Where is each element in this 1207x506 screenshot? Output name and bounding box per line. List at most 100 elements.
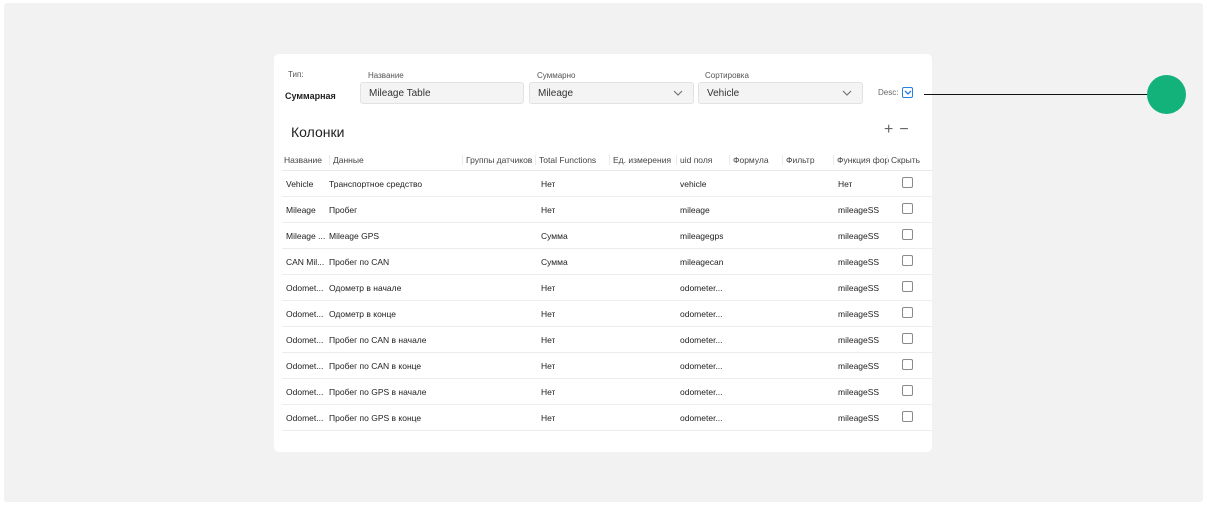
cell-uid: mileagecan: [680, 257, 724, 267]
cell-format-function: mileageSS: [838, 413, 880, 423]
cell-data: Пробег по CAN в конце: [329, 361, 422, 371]
hide-checkbox[interactable]: [902, 385, 913, 396]
table-row[interactable]: Odomet... Одометр в конце Нет odometer..…: [282, 301, 932, 327]
table-settings-card: Тип: Суммарная Название Mileage Table Су…: [274, 54, 932, 452]
columns-title: Колонки: [291, 124, 345, 140]
cell-total: Нет: [541, 205, 556, 215]
summary-select-value: Mileage: [538, 87, 574, 99]
cell-total: Нет: [541, 387, 556, 397]
cell-data: Пробег по CAN: [329, 257, 390, 267]
table-row[interactable]: Odomet... Одометр в начале Нет odometer.…: [282, 275, 932, 301]
th-name: Название: [284, 155, 322, 165]
cell-uid: odometer...: [680, 413, 723, 423]
cell-total: Нет: [541, 335, 556, 345]
cell-data: Транспортное средство: [329, 179, 423, 189]
sort-label: Сортировка: [705, 71, 749, 80]
table-row[interactable]: Mileage ... Mileage GPS Сумма mileagegps…: [282, 223, 932, 249]
cell-name: Odomet...: [286, 361, 324, 371]
desc-label: Desc:: [878, 88, 899, 97]
annotation-marker: [1147, 75, 1186, 114]
cell-format-function: mileageSS: [838, 283, 880, 293]
cell-total: Нет: [541, 309, 556, 319]
remove-column-button[interactable]: −: [899, 122, 908, 138]
th-data: Данные: [329, 155, 461, 165]
cell-format-function: Нет: [838, 179, 853, 189]
hide-checkbox[interactable]: [902, 307, 913, 318]
table-row[interactable]: Mileage Пробег Нет mileage mileageSS: [282, 197, 932, 223]
cell-format-function: mileageSS: [838, 205, 880, 215]
cell-name: Odomet...: [286, 335, 324, 345]
cell-total: Сумма: [541, 257, 568, 267]
cell-format-function: mileageSS: [838, 231, 880, 241]
table-row[interactable]: Odomet... Пробег по GPS в конце Нет odom…: [282, 405, 932, 431]
check-icon: [904, 90, 912, 95]
table-row[interactable]: Odomet... Пробег по CAN в конце Нет odom…: [282, 353, 932, 379]
cell-format-function: mileageSS: [838, 361, 880, 371]
cell-data: Пробег по GPS в конце: [329, 413, 422, 423]
table-row[interactable]: Vehicle Транспортное средство Нет vehicl…: [282, 171, 932, 197]
hide-checkbox[interactable]: [902, 255, 913, 266]
name-label: Название: [368, 71, 404, 80]
cell-total: Нет: [541, 413, 556, 423]
hide-checkbox[interactable]: [902, 177, 913, 188]
columns-actions: + −: [884, 122, 909, 138]
type-value: Суммарная: [285, 91, 336, 101]
th-formula: Формула: [729, 155, 783, 165]
hide-checkbox[interactable]: [902, 281, 913, 292]
hide-checkbox[interactable]: [902, 229, 913, 240]
cell-name: Odomet...: [286, 387, 324, 397]
columns-table: Название Данные Группы датчиков Total Fu…: [282, 150, 932, 431]
cell-format-function: mileageSS: [838, 335, 880, 345]
cell-format-function: mileageSS: [838, 387, 880, 397]
hide-checkbox[interactable]: [902, 203, 913, 214]
cell-format-function: mileageSS: [838, 257, 880, 267]
desc-control: Desc:: [878, 87, 914, 98]
cell-format-function: mileageSS: [838, 309, 880, 319]
cell-name: Mileage: [286, 205, 316, 215]
table-row[interactable]: Odomet... Пробег по CAN в начале Нет odo…: [282, 327, 932, 353]
chevron-down-icon: [842, 90, 852, 96]
cell-uid: vehicle: [680, 179, 707, 189]
hide-checkbox[interactable]: [902, 411, 913, 422]
summary-label: Суммарно: [537, 71, 576, 80]
th-sensor-groups: Группы датчиков: [462, 155, 538, 165]
cell-data: Mileage GPS: [329, 231, 380, 241]
cell-uid: odometer...: [680, 335, 723, 345]
cell-uid: mileage: [680, 205, 710, 215]
cell-name: Mileage ...: [286, 231, 326, 241]
cell-data: Одометр в конце: [329, 309, 396, 319]
cell-name: Odomet...: [286, 309, 324, 319]
name-input-value: Mileage Table: [369, 87, 431, 99]
annotation-line: [924, 94, 1150, 95]
cell-name: Odomet...: [286, 283, 324, 293]
th-units: Ед. измерения: [609, 155, 681, 165]
summary-select[interactable]: Mileage: [529, 82, 694, 104]
add-column-button[interactable]: +: [884, 122, 893, 138]
cell-name: CAN Mil...: [286, 257, 325, 267]
cell-data: Пробег по GPS в начале: [329, 387, 427, 397]
sort-select-value: Vehicle: [707, 87, 740, 99]
table-row[interactable]: Odomet... Пробег по GPS в начале Нет odo…: [282, 379, 932, 405]
cell-data: Пробег: [329, 205, 358, 215]
cell-total: Нет: [541, 361, 556, 371]
sort-select[interactable]: Vehicle: [698, 82, 863, 104]
hide-checkbox[interactable]: [902, 359, 913, 370]
cell-name: Odomet...: [286, 413, 324, 423]
cell-name: Vehicle: [286, 179, 314, 189]
th-format-function: Функция форматирования: [833, 155, 889, 165]
cell-total: Сумма: [541, 231, 568, 241]
type-label: Тип:: [288, 70, 304, 79]
cell-uid: odometer...: [680, 387, 723, 397]
name-input[interactable]: Mileage Table: [360, 82, 524, 104]
th-total-functions: Total Functions: [535, 155, 609, 165]
hide-checkbox[interactable]: [902, 333, 913, 344]
cell-data: Пробег по CAN в начале: [329, 335, 427, 345]
th-filter: Фильтр: [782, 155, 836, 165]
cell-total: Нет: [541, 179, 556, 189]
cell-total: Нет: [541, 283, 556, 293]
desc-checkbox[interactable]: [902, 87, 914, 98]
th-hide: Скрыть: [887, 155, 936, 165]
table-row[interactable]: CAN Mil... Пробег по CAN Сумма mileageca…: [282, 249, 932, 275]
cell-uid: odometer...: [680, 361, 723, 371]
th-uid: uid поля: [676, 155, 730, 165]
